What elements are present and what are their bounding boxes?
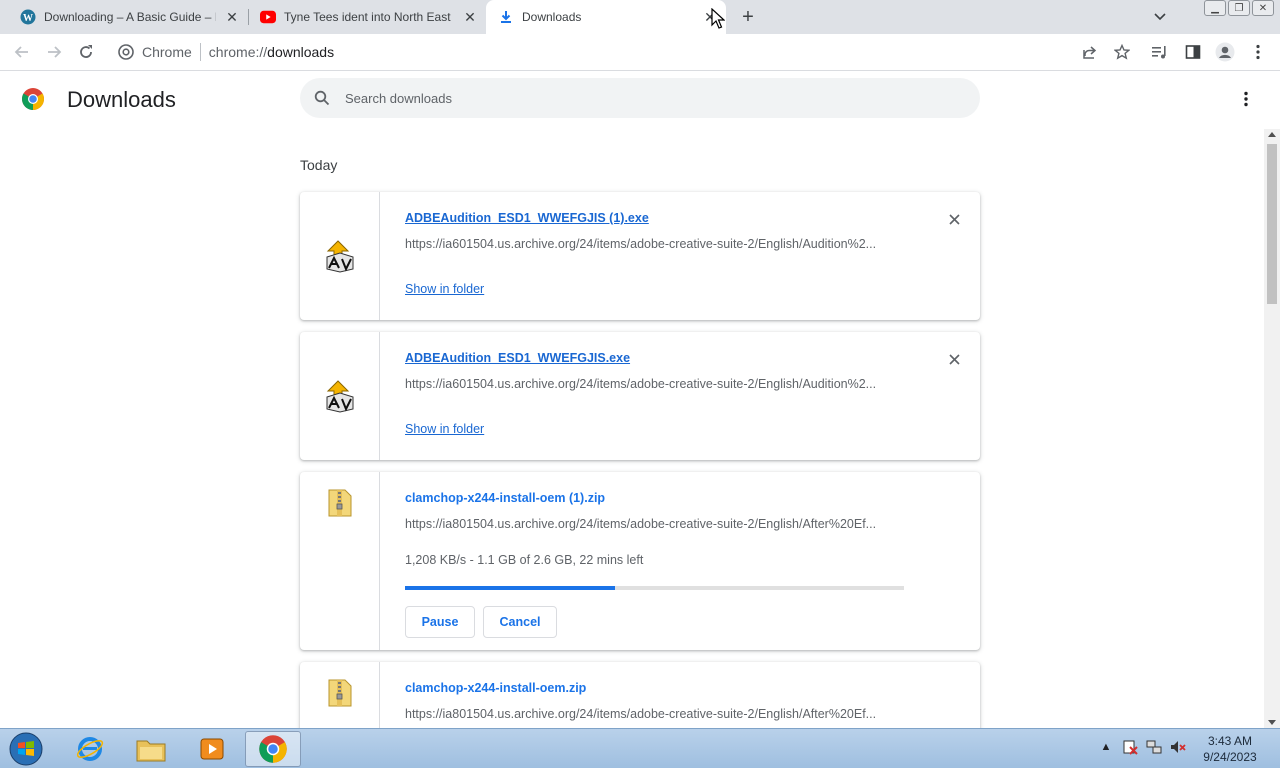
pause-button[interactable]: Pause [405, 606, 475, 638]
volume-muted-icon[interactable] [1170, 739, 1186, 755]
action-center-icon[interactable] [1122, 739, 1138, 755]
tab-downloading-guide[interactable]: W Downloading – A Basic Guide – Int ✕ [8, 0, 248, 34]
file-url[interactable]: https://ia801504.us.archive.org/24/items… [405, 517, 905, 531]
scroll-up-icon[interactable] [1268, 132, 1276, 137]
back-icon[interactable] [10, 40, 34, 64]
chrome-taskbar-icon[interactable] [245, 731, 301, 767]
network-icon[interactable] [1146, 739, 1162, 755]
windows-taskbar: ▲ 3:43 AM 9/24/2023 [0, 728, 1280, 768]
bookmark-star-icon[interactable] [1112, 42, 1132, 62]
zip-folder-icon [323, 676, 357, 710]
tab-title: Downloads [522, 10, 582, 24]
forward-icon[interactable] [42, 40, 66, 64]
file-url[interactable]: https://ia601504.us.archive.org/24/items… [405, 237, 905, 251]
installer-icon [323, 379, 357, 413]
close-icon[interactable]: ✕ [462, 9, 478, 25]
file-name-link[interactable]: ADBEAudition_ESD1_WWEFGJIS (1).exe [405, 211, 649, 225]
mouse-cursor-icon [711, 7, 726, 30]
search-bar[interactable] [300, 78, 980, 118]
address-bar[interactable]: Chrome chrome://downloads [108, 38, 1138, 66]
window-close-icon[interactable]: ✕ [1252, 0, 1274, 16]
site-label: Chrome [142, 44, 192, 60]
file-name[interactable]: clamchop-x244-install-oem.zip [405, 681, 586, 695]
downloads-page: Downloads Today ADBEAudition_ESD1_WWEFGJ… [0, 71, 1280, 728]
reload-icon[interactable] [74, 40, 98, 64]
file-url[interactable]: https://ia601504.us.archive.org/24/items… [405, 377, 905, 391]
kebab-menu-icon[interactable] [1248, 42, 1268, 62]
chrome-logo-icon [21, 87, 45, 111]
chevron-down-icon[interactable] [1150, 7, 1170, 27]
zip-folder-icon [323, 486, 357, 520]
minimize-icon[interactable]: ▁ [1204, 0, 1226, 16]
scroll-down-icon[interactable] [1268, 720, 1276, 725]
close-icon[interactable]: ✕ [224, 9, 240, 25]
tab-downloads[interactable]: Downloads ✕ [486, 0, 726, 34]
profile-avatar-icon[interactable] [1215, 42, 1235, 62]
media-player-icon[interactable] [184, 731, 240, 767]
start-button[interactable] [6, 731, 46, 767]
scrollbar-thumb[interactable] [1267, 144, 1277, 304]
search-icon [313, 89, 331, 107]
wordpress-icon: W [20, 9, 36, 25]
browser-toolbar: Chrome chrome://downloads [0, 34, 1280, 71]
file-url[interactable]: https://ia801504.us.archive.org/24/items… [405, 707, 905, 721]
restore-icon[interactable]: ❐ [1228, 0, 1250, 16]
tab-tyne-tees[interactable]: Tyne Tees ident into North East N ✕ [248, 0, 486, 34]
show-in-folder-link[interactable]: Show in folder [405, 282, 484, 296]
tab-title: Tyne Tees ident into North East N [284, 10, 454, 24]
remove-item-close-icon[interactable] [945, 350, 963, 368]
show-in-folder-link[interactable]: Show in folder [405, 422, 484, 436]
side-panel-icon[interactable] [1183, 42, 1203, 62]
download-item: clamchop-x244-install-oem.zip https://ia… [300, 662, 980, 728]
chrome-site-icon [118, 44, 134, 60]
share-icon[interactable] [1080, 42, 1100, 62]
system-tray: ▲ [1098, 739, 1186, 755]
omnibox-divider [199, 43, 201, 61]
tab-strip: W Downloading – A Basic Guide – Int ✕ Ty… [0, 0, 1280, 34]
window-controls: ▁ ❐ ✕ [1204, 0, 1274, 16]
url-host: downloads [267, 44, 335, 60]
download-progress-fill [405, 586, 615, 590]
media-control-icon[interactable] [1150, 42, 1170, 62]
date-section-label: Today [300, 157, 338, 173]
file-name[interactable]: clamchop-x244-install-oem (1).zip [405, 491, 605, 505]
file-explorer-icon[interactable] [123, 731, 179, 767]
clock-date: 9/24/2023 [1203, 750, 1257, 764]
internet-explorer-icon[interactable] [62, 731, 118, 767]
youtube-icon [260, 9, 276, 25]
url-scheme: chrome:// [208, 44, 268, 60]
file-name-link[interactable]: ADBEAudition_ESD1_WWEFGJIS.exe [405, 351, 630, 365]
download-status: 1,208 KB/s - 1.1 GB of 2.6 GB, 22 mins l… [405, 553, 644, 567]
taskbar-clock[interactable]: 3:43 AM 9/24/2023 [1200, 733, 1260, 765]
page-menu-icon[interactable] [1236, 89, 1256, 109]
page-title: Downloads [67, 87, 176, 112]
download-icon [498, 9, 514, 25]
cancel-button[interactable]: Cancel [483, 606, 557, 638]
remove-item-close-icon[interactable] [945, 210, 963, 228]
download-item: ADBEAudition_ESD1_WWEFGJIS (1).exe https… [300, 192, 980, 320]
new-tab-button[interactable]: + [736, 5, 760, 29]
clock-time: 3:43 AM [1207, 734, 1253, 748]
download-item-in-progress: clamchop-x244-install-oem (1).zip https:… [300, 472, 980, 650]
page-scrollbar[interactable] [1264, 129, 1280, 728]
download-progress-bar [405, 586, 904, 590]
download-item: ADBEAudition_ESD1_WWEFGJIS.exe https://i… [300, 332, 980, 460]
search-input[interactable] [345, 90, 945, 106]
tab-title: Downloading – A Basic Guide – Int [44, 10, 216, 24]
svg-text:W: W [23, 13, 33, 24]
installer-icon [323, 239, 357, 273]
tray-expand-icon[interactable]: ▲ [1098, 739, 1114, 755]
